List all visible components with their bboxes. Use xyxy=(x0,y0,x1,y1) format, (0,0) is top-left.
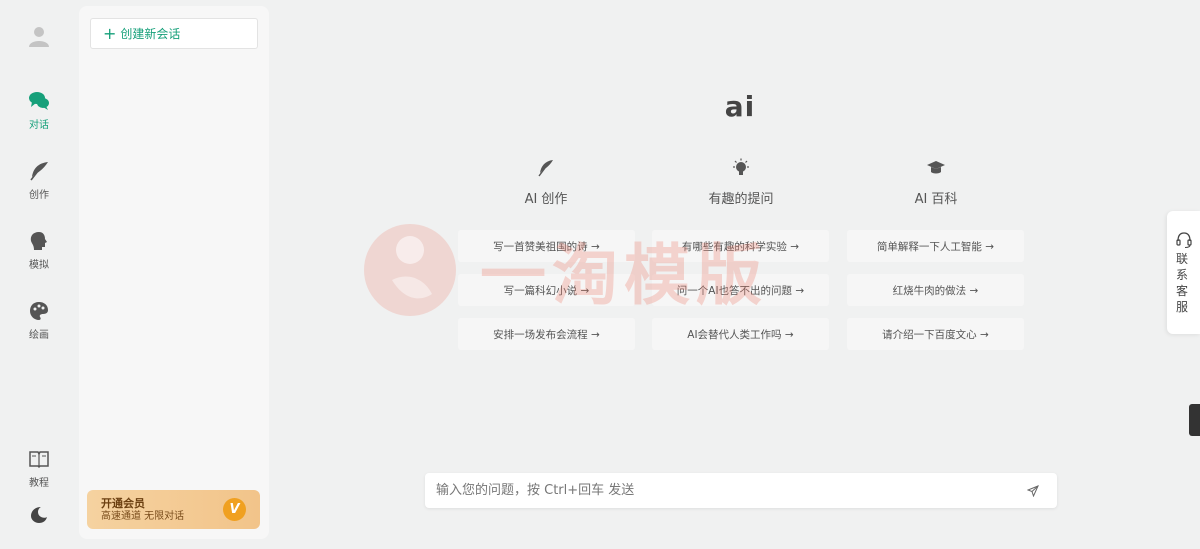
category-ai-creation: AI 创作 xyxy=(457,158,635,207)
nav-item-chat[interactable]: 对话 xyxy=(0,90,78,131)
nav-item-simulate[interactable]: 模拟 xyxy=(0,230,78,271)
vip-subtitle: 高速通道 无限对话 xyxy=(101,510,185,522)
plus-icon: + xyxy=(103,23,117,43)
feather-icon xyxy=(538,160,553,177)
book-icon xyxy=(29,451,49,469)
chat-input-box xyxy=(425,473,1057,508)
contact-service-label: 联系客服 xyxy=(1176,252,1189,314)
prompt-card[interactable]: 有哪些有趣的科学实验 → xyxy=(652,230,829,262)
prompt-card[interactable]: AI会替代人类工作吗 → xyxy=(652,318,829,350)
prompt-card[interactable]: 请介绍一下百度文心 → xyxy=(847,318,1024,350)
send-icon xyxy=(1027,484,1039,497)
vip-banner[interactable]: 开通会员 高速通道 无限对话 V xyxy=(87,490,260,529)
new-chat-button[interactable]: + 创建新会话 xyxy=(90,18,258,49)
prompt-card[interactable]: 简单解释一下人工智能 → xyxy=(847,230,1024,262)
nav-rail: 对话 创作 模拟 绘画 教程 xyxy=(0,0,78,549)
vip-badge-icon: V xyxy=(223,498,246,521)
send-button[interactable] xyxy=(1021,479,1045,503)
palette-icon xyxy=(30,302,48,320)
feather-icon xyxy=(30,162,48,181)
vip-title: 开通会员 xyxy=(101,496,145,510)
nav-item-label: 教程 xyxy=(29,478,49,489)
watermark-logo-icon xyxy=(364,224,456,316)
nav-item-label: 创作 xyxy=(29,190,49,201)
moon-icon[interactable] xyxy=(29,505,49,525)
new-chat-label: 创建新会话 xyxy=(120,27,181,41)
nav-item-label: 模拟 xyxy=(29,260,49,271)
headset-icon xyxy=(1176,232,1192,249)
head-profile-icon xyxy=(30,232,47,250)
side-scroll-handle[interactable] xyxy=(1189,404,1200,436)
category-label: AI 百科 xyxy=(914,192,958,207)
graduation-cap-icon xyxy=(927,161,945,174)
user-avatar-icon[interactable] xyxy=(28,25,50,47)
prompt-card[interactable]: 安排一场发布会流程 → xyxy=(458,318,635,350)
chat-input[interactable] xyxy=(425,473,1021,508)
category-label: 有趣的提问 xyxy=(708,192,774,207)
lightbulb-icon xyxy=(733,158,749,175)
nav-item-label: 对话 xyxy=(29,120,49,131)
contact-service-button[interactable]: 联系客服 xyxy=(1167,211,1200,334)
chat-bubbles-icon xyxy=(29,92,49,110)
app-title: ai xyxy=(724,90,756,123)
prompt-card[interactable]: 写一篇科幻小说 → xyxy=(458,274,635,306)
category-ai-encyclopedia: AI 百科 xyxy=(847,158,1025,207)
prompt-card[interactable]: 问一个AI也答不出的问题 → xyxy=(652,274,829,306)
category-fun-questions: 有趣的提问 xyxy=(652,158,830,207)
prompt-card[interactable]: 写一首赞美祖国的诗 → xyxy=(458,230,635,262)
nav-item-tutorial[interactable]: 教程 xyxy=(0,448,78,489)
nav-item-create[interactable]: 创作 xyxy=(0,160,78,201)
nav-item-draw[interactable]: 绘画 xyxy=(0,300,78,341)
prompt-card[interactable]: 红烧牛肉的做法 → xyxy=(847,274,1024,306)
category-label: AI 创作 xyxy=(524,192,568,207)
nav-item-label: 绘画 xyxy=(29,330,49,341)
conversation-panel: + 创建新会话 开通会员 高速通道 无限对话 V xyxy=(79,6,269,539)
